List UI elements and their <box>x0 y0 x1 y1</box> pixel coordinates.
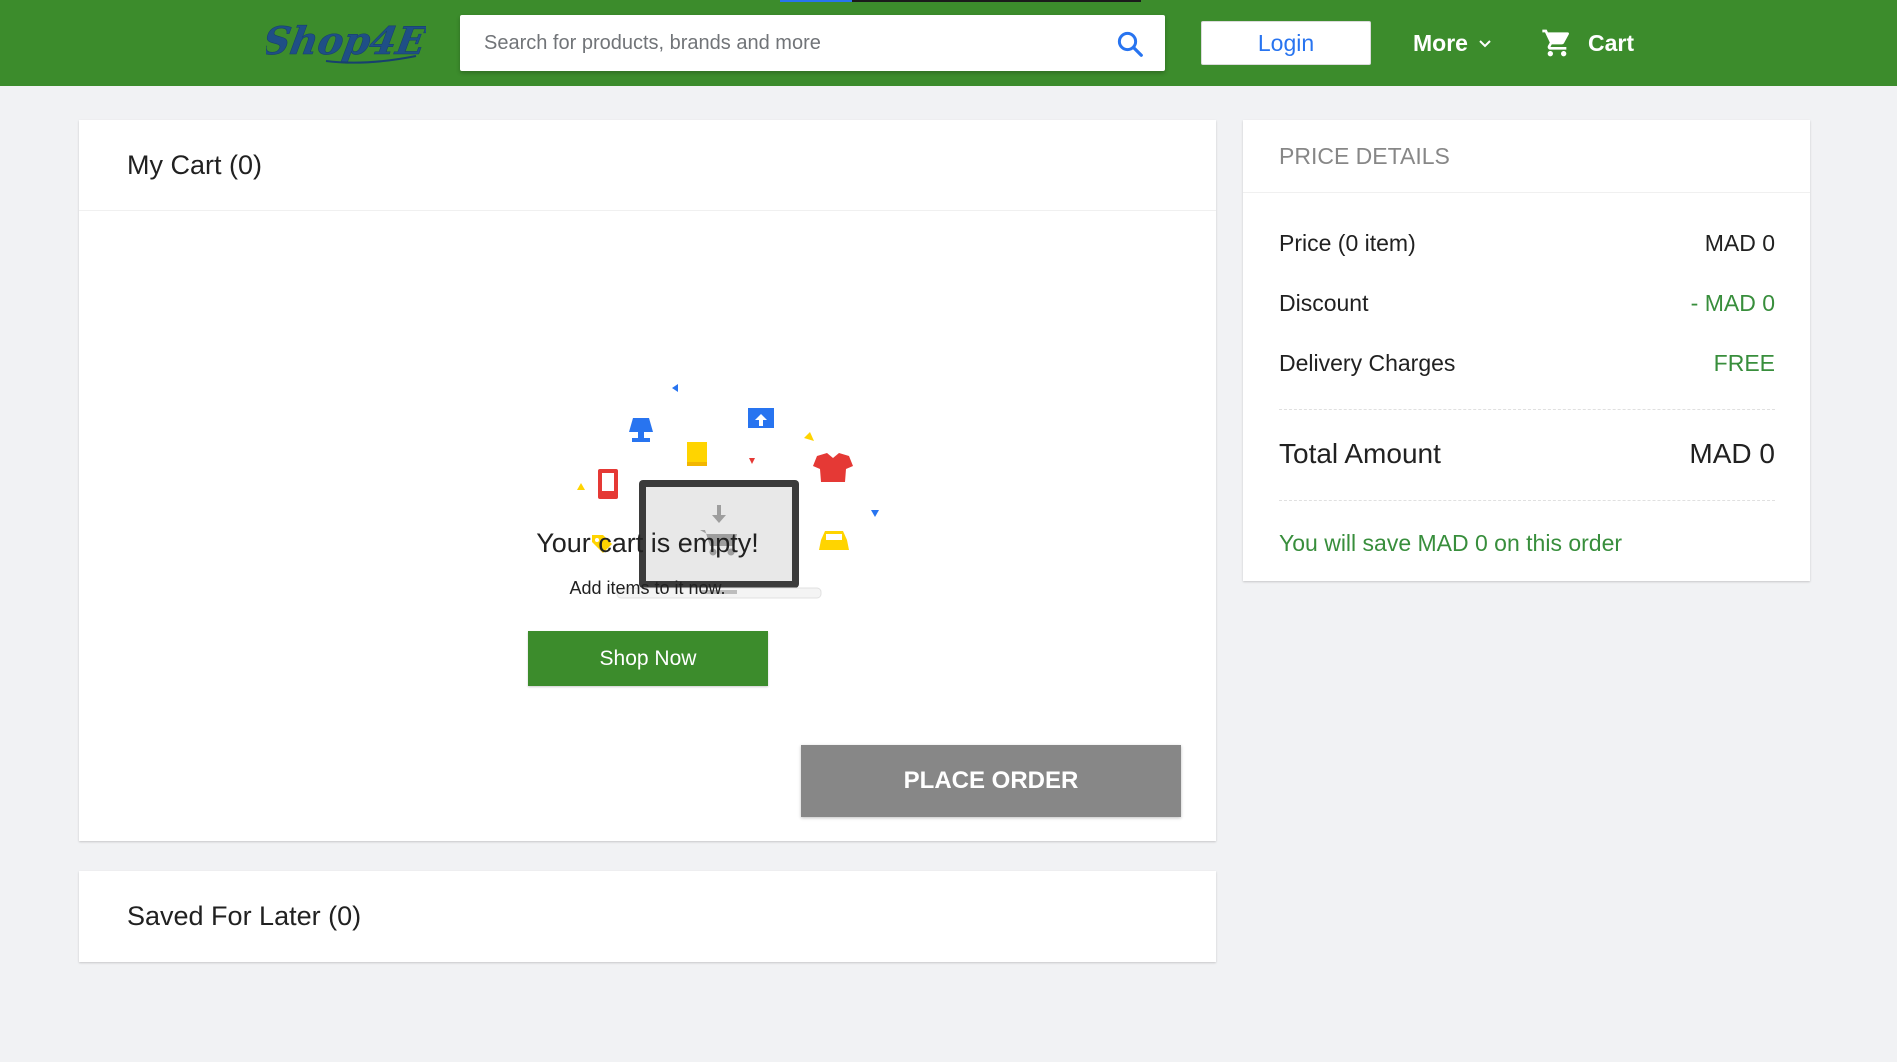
shop-now-button[interactable]: Shop Now <box>528 631 768 686</box>
loading-strip-track <box>852 0 1141 2</box>
search-button[interactable] <box>1113 27 1147 61</box>
total-amount-row: Total Amount MAD 0 <box>1279 438 1775 470</box>
top-navbar: Shop4Ever Login More Cart <box>0 0 1897 86</box>
price-details-panel: PRICE DETAILS Price (0 item) MAD 0 Disco… <box>1243 120 1810 581</box>
saved-for-later-title: Saved For Later (0) <box>127 901 362 931</box>
price-details-title: PRICE DETAILS <box>1243 120 1810 193</box>
search-input[interactable] <box>460 15 1100 71</box>
empty-cart-title: Your cart is empty! <box>536 528 759 558</box>
cart-title: My Cart (0) <box>79 120 1216 211</box>
discount-value: - MAD 0 <box>1690 290 1775 316</box>
divider <box>1279 500 1775 501</box>
delivery-charges-value: FREE <box>1713 350 1775 376</box>
savings-message: You will save MAD 0 on this order <box>1279 530 1623 556</box>
empty-cart-illustration <box>577 384 879 599</box>
cart-nav-label: Cart <box>1588 29 1635 56</box>
logo-wordmark: Shop4Ever <box>266 19 426 64</box>
total-amount-value: MAD 0 <box>1689 438 1775 469</box>
shop4ever-logo[interactable]: Shop4Ever <box>259 14 499 72</box>
cart-nav-button[interactable]: Cart <box>1540 22 1634 64</box>
price-row: Price (0 item) MAD 0 <box>1279 230 1775 257</box>
loading-strip <box>780 0 852 2</box>
discount-row: Discount - MAD 0 <box>1279 290 1775 317</box>
total-amount-label: Total Amount <box>1279 438 1441 469</box>
price-label: Price (0 item) <box>1279 230 1416 256</box>
cart-icon <box>1542 29 1570 57</box>
price-value: MAD 0 <box>1704 230 1775 256</box>
delivery-charges-row: Delivery Charges FREE <box>1279 350 1775 377</box>
more-menu-button[interactable]: More <box>1413 22 1492 64</box>
more-label: More <box>1413 29 1468 56</box>
search-icon <box>1117 31 1143 57</box>
delivery-charges-label: Delivery Charges <box>1279 350 1456 376</box>
login-button[interactable]: Login <box>1201 21 1371 65</box>
discount-label: Discount <box>1279 290 1369 316</box>
place-order-button[interactable]: PLACE ORDER <box>801 745 1181 817</box>
cart-panel: My Cart (0) Your cart is empty! Add item… <box>79 120 1216 841</box>
empty-cart-subtitle: Add items to it now. <box>569 578 726 598</box>
chevron-down-icon <box>1479 40 1491 48</box>
saved-for-later-panel: Saved For Later (0) <box>79 871 1216 962</box>
divider <box>1279 409 1775 410</box>
search-bar <box>460 15 1165 71</box>
